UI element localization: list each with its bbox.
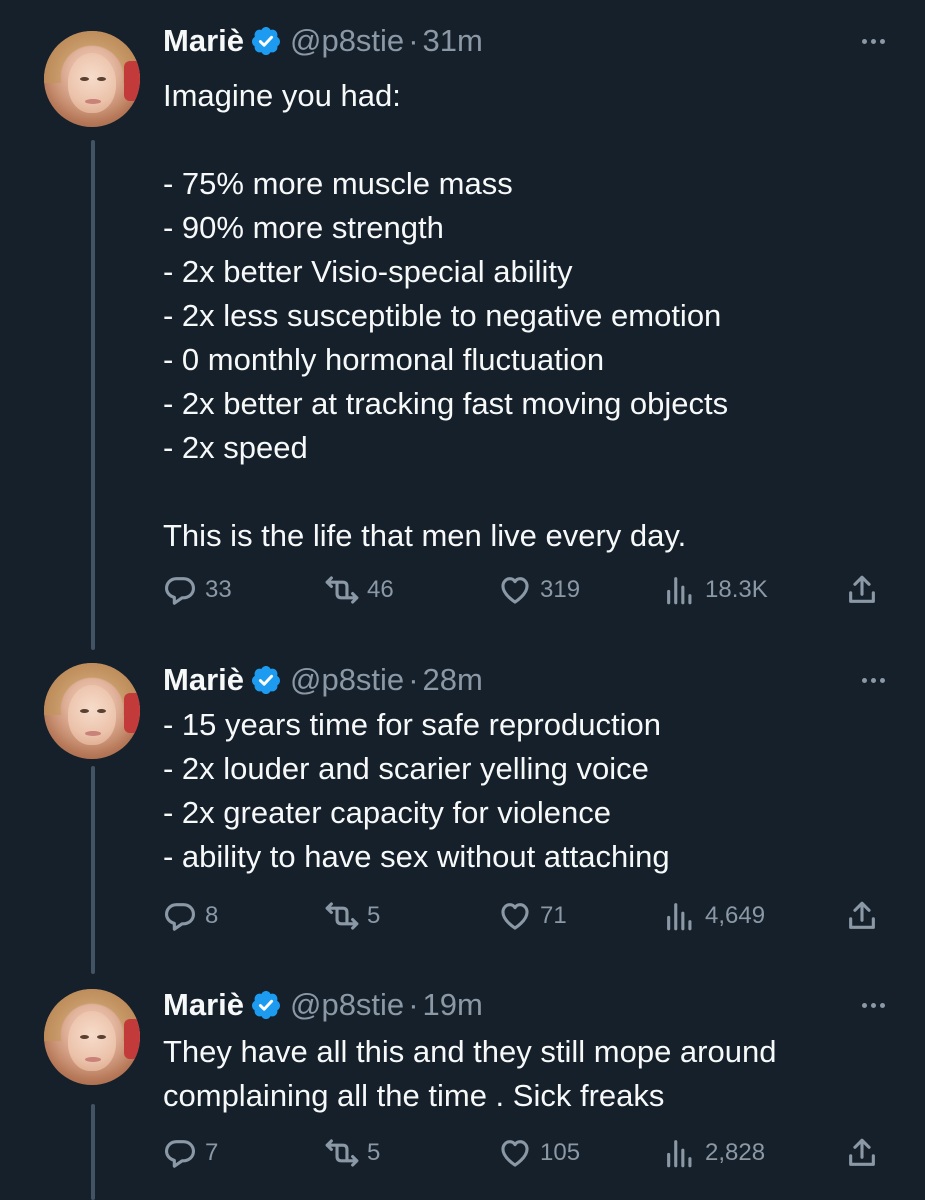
reply-icon xyxy=(164,1140,196,1168)
tweet-actions: 33 46 319 18.3K xyxy=(160,570,885,610)
author-name[interactable]: Mariè xyxy=(163,23,244,59)
like-count: 71 xyxy=(540,902,567,929)
views-button[interactable]: 4,649 xyxy=(663,896,765,936)
tweet-header: Mariè @p8stie · 31m xyxy=(163,21,885,61)
verified-badge-icon xyxy=(251,991,280,1019)
repost-button[interactable]: 5 xyxy=(325,896,380,936)
tweet-actions: 8 5 71 4,649 xyxy=(160,896,885,936)
views-icon xyxy=(667,577,692,605)
reply-button[interactable]: 7 xyxy=(163,1133,218,1173)
tweet-actions: 7 5 105 2,828 xyxy=(160,1133,885,1173)
author-handle[interactable]: @p8stie xyxy=(290,23,404,59)
views-icon xyxy=(667,903,692,931)
share-button[interactable] xyxy=(845,570,879,610)
tweet-header: Mariè @p8stie · 28m xyxy=(163,660,885,700)
author-name[interactable]: Mariè xyxy=(163,662,244,698)
views-icon xyxy=(667,1140,692,1168)
tweet-timestamp[interactable]: 28m xyxy=(423,662,483,698)
share-icon xyxy=(849,1138,875,1166)
views-count: 4,649 xyxy=(705,902,766,929)
repost-button[interactable]: 5 xyxy=(325,1133,380,1173)
like-count: 319 xyxy=(540,576,581,603)
like-icon xyxy=(501,903,529,930)
views-button[interactable]: 18.3K xyxy=(663,570,768,610)
separator-dot: · xyxy=(408,23,419,58)
share-icon xyxy=(849,575,875,603)
separator-dot: · xyxy=(408,662,419,697)
verified-badge-icon xyxy=(251,27,280,55)
tweet-timestamp[interactable]: 31m xyxy=(423,23,483,59)
avatar[interactable] xyxy=(44,31,140,127)
tweet-text: Imagine you had: - 75% more muscle mass … xyxy=(163,78,729,553)
author-handle[interactable]: @p8stie xyxy=(290,662,404,698)
views-count: 18.3K xyxy=(705,576,768,603)
separator-dot: · xyxy=(408,987,419,1022)
avatar[interactable] xyxy=(44,989,140,1085)
verified-badge-icon xyxy=(251,666,280,694)
tweet-header: Mariè @p8stie · 19m xyxy=(163,985,885,1025)
repost-button[interactable]: 46 xyxy=(325,570,394,610)
like-icon xyxy=(501,577,529,604)
reply-button[interactable]: 33 xyxy=(163,570,232,610)
avatar[interactable] xyxy=(44,663,140,759)
repost-count: 5 xyxy=(367,1139,381,1166)
more-options-icon[interactable] xyxy=(862,21,885,61)
reply-icon xyxy=(164,903,196,931)
like-icon xyxy=(501,1140,529,1167)
views-button[interactable]: 2,828 xyxy=(663,1133,765,1173)
like-count: 105 xyxy=(540,1139,581,1166)
share-icon xyxy=(849,901,875,929)
tweet-text: They have all this and they still mope a… xyxy=(163,1034,777,1113)
like-button[interactable]: 71 xyxy=(498,896,567,936)
repost-icon xyxy=(325,1139,359,1167)
repost-count: 46 xyxy=(367,576,394,603)
more-options-icon[interactable] xyxy=(862,660,885,700)
reply-count: 7 xyxy=(205,1139,219,1166)
author-name[interactable]: Mariè xyxy=(163,987,244,1023)
tweet-2[interactable]: Mariè @p8stie · 28m - 15 years time for … xyxy=(0,650,925,975)
tweet-3[interactable]: Mariè @p8stie · 19m They have all this a… xyxy=(0,975,925,1200)
reply-count: 33 xyxy=(205,576,232,603)
more-options-icon[interactable] xyxy=(862,985,885,1025)
tweet-1[interactable]: Mariè @p8stie · 31m Imagine you had: - 7… xyxy=(0,0,925,650)
author-handle[interactable]: @p8stie xyxy=(290,987,404,1023)
repost-count: 5 xyxy=(367,902,381,929)
repost-icon xyxy=(325,576,359,604)
like-button[interactable]: 105 xyxy=(498,1133,580,1173)
reply-count: 8 xyxy=(205,902,219,929)
like-button[interactable]: 319 xyxy=(498,570,580,610)
reply-icon xyxy=(164,577,196,605)
views-count: 2,828 xyxy=(705,1139,766,1166)
tweet-timestamp[interactable]: 19m xyxy=(423,987,483,1023)
share-button[interactable] xyxy=(845,1133,879,1173)
reply-button[interactable]: 8 xyxy=(163,896,218,936)
tweet-text: - 15 years time for safe reproduction - … xyxy=(163,707,670,874)
share-button[interactable] xyxy=(845,896,879,936)
repost-icon xyxy=(325,902,359,930)
